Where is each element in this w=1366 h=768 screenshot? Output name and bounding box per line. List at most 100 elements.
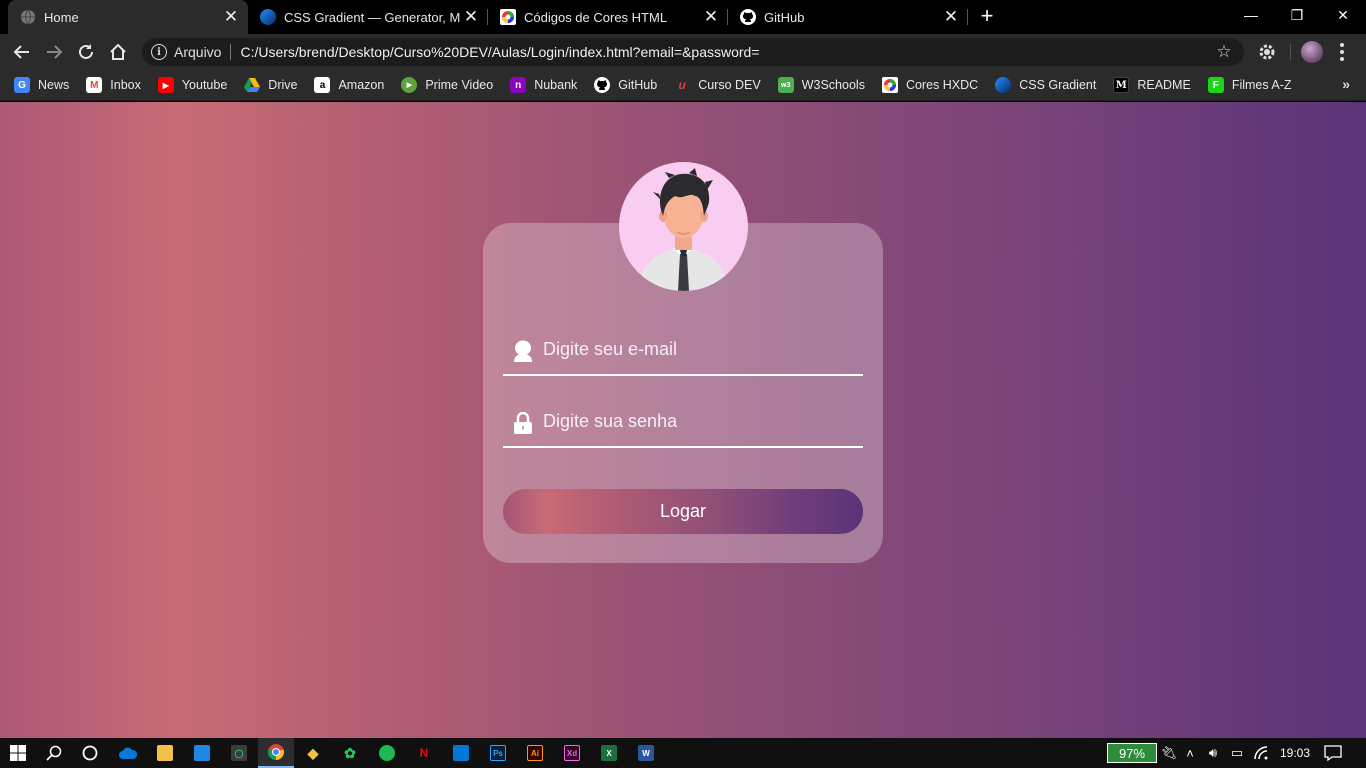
tab-github[interactable]: GitHub ✕: [728, 0, 968, 34]
tab-color-codes[interactable]: Códigos de Cores HTML ✕: [488, 0, 728, 34]
spotify-app[interactable]: [369, 738, 405, 768]
info-icon[interactable]: i: [151, 44, 167, 60]
reload-button[interactable]: [73, 39, 99, 65]
netflix-icon: N: [416, 745, 432, 761]
evernote-app[interactable]: ✿: [332, 738, 368, 768]
bookmark-curso-dev[interactable]: u Curso DEV: [674, 73, 761, 97]
bookmark-label: Drive: [268, 78, 298, 92]
windows-taskbar: ◯ ◆ ✿ N Ps Ai Xd X W 97% 🔌︎ ˄ 🔊︎ ▭ 19:03: [0, 738, 1366, 768]
bookmark-star-icon[interactable]: ☆: [1214, 42, 1234, 62]
home-icon: [110, 43, 126, 60]
netflix-app[interactable]: N: [406, 738, 442, 768]
drive-icon: [244, 77, 261, 93]
bookmark-news[interactable]: G News: [14, 73, 69, 97]
wifi-icon[interactable]: [1253, 744, 1271, 762]
battery-indicator[interactable]: 97%: [1107, 743, 1157, 763]
bookmark-label: Nubank: [534, 78, 578, 92]
notification-icon[interactable]: [1324, 745, 1342, 762]
bookmark-label: Curso DEV: [698, 78, 761, 92]
tab-css-gradient[interactable]: CSS Gradient — Generator, Maker ✕: [248, 0, 488, 34]
email-input[interactable]: [543, 326, 859, 372]
nubank-icon: n: [510, 77, 527, 93]
bookmark-filmes[interactable]: F Filmes A-Z: [1207, 73, 1292, 97]
bookmark-inbox[interactable]: M Inbox: [86, 73, 141, 97]
illustrator-app[interactable]: Ai: [517, 738, 553, 768]
close-tab-icon[interactable]: ✕: [220, 6, 242, 28]
tab-title: Códigos de Cores HTML: [524, 9, 668, 25]
git-app[interactable]: ◆: [295, 738, 331, 768]
new-tab-button[interactable]: +: [976, 3, 998, 28]
url-text[interactable]: C:/Users/brend/Desktop/Curso%20DEV/Aulas…: [240, 44, 759, 60]
browser-menu-button[interactable]: [1335, 40, 1349, 64]
bookmark-w3schools[interactable]: w3 W3Schools: [777, 73, 865, 97]
volume-icon[interactable]: 🔊︎: [1204, 744, 1222, 762]
back-button[interactable]: [9, 39, 35, 65]
curso-dev-icon: u: [678, 78, 686, 92]
photoshop-icon: Ps: [490, 745, 506, 761]
battery-icon[interactable]: ▭: [1228, 744, 1246, 762]
scheme-label: Arquivo: [174, 44, 222, 60]
git-icon: ◆: [307, 744, 319, 761]
close-tab-icon[interactable]: ✕: [700, 6, 722, 28]
chrome-app[interactable]: [258, 738, 294, 768]
tab-title: CSS Gradient — Generator, Maker: [284, 9, 460, 25]
illustrator-icon: Ai: [527, 745, 543, 761]
gmail-icon: M: [86, 77, 103, 93]
bookmark-css-gradient[interactable]: CSS Gradient: [995, 73, 1096, 97]
forward-button[interactable]: [41, 39, 67, 65]
profile-avatar[interactable]: [1301, 41, 1323, 63]
google-news-icon: G: [14, 77, 30, 93]
evernote-icon: ✿: [344, 744, 356, 761]
whatsapp-app[interactable]: ◯: [221, 738, 257, 768]
start-button[interactable]: [0, 738, 36, 768]
close-window-button[interactable]: ✕: [1320, 0, 1366, 30]
excel-app[interactable]: X: [591, 738, 627, 768]
file-explorer-app[interactable]: [147, 738, 183, 768]
bookmark-label: CSS Gradient: [1019, 78, 1097, 92]
mail-icon: [194, 745, 210, 761]
word-app[interactable]: W: [628, 738, 664, 768]
tab-home[interactable]: Home ✕: [8, 0, 248, 34]
css-gradient-icon: [260, 9, 276, 25]
tab-separator: [967, 9, 968, 25]
adobe-xd-icon: Xd: [564, 745, 580, 761]
vscode-app[interactable]: [443, 738, 479, 768]
search-button[interactable]: [36, 738, 72, 768]
restore-button[interactable]: ❐: [1274, 0, 1320, 30]
power-plug-icon[interactable]: 🔌︎: [1160, 744, 1178, 762]
bookmark-prime-video[interactable]: ▶ Prime Video: [401, 73, 493, 97]
github-icon: [594, 77, 611, 93]
bookmark-github[interactable]: GitHub: [594, 73, 657, 97]
address-bar[interactable]: i Arquivo C:/Users/brend/Desktop/Curso%2…: [142, 38, 1244, 66]
login-button[interactable]: Logar: [503, 489, 863, 534]
tab-strip: Home ✕ CSS Gradient — Generator, Maker ✕…: [0, 0, 1366, 34]
bookmark-label: README: [1137, 78, 1191, 92]
password-input[interactable]: [543, 398, 859, 444]
onedrive-app[interactable]: [110, 738, 146, 768]
bookmark-readme[interactable]: M README: [1113, 73, 1191, 97]
bookmark-nubank[interactable]: n Nubank: [510, 73, 577, 97]
photoshop-app[interactable]: Ps: [480, 738, 516, 768]
bookmark-youtube[interactable]: ▶ Youtube: [157, 73, 227, 97]
chevron-up-icon[interactable]: ˄: [1181, 744, 1199, 762]
close-tab-icon[interactable]: ✕: [460, 6, 482, 28]
bookmark-label: News: [38, 78, 70, 92]
search-icon: [46, 745, 62, 761]
mail-app[interactable]: [184, 738, 220, 768]
clock[interactable]: 19:03: [1280, 746, 1310, 760]
bookmark-label: Prime Video: [425, 78, 494, 92]
bookmark-cores-hxdc[interactable]: Cores HXDC: [881, 73, 978, 97]
whatsapp-icon: ◯: [231, 745, 247, 761]
xd-app[interactable]: Xd: [554, 738, 590, 768]
home-button[interactable]: [105, 39, 131, 65]
task-view-button[interactable]: [72, 738, 108, 768]
minimize-button[interactable]: —: [1228, 0, 1274, 30]
bookmark-drive[interactable]: Drive: [244, 73, 297, 97]
spotify-icon: [379, 745, 395, 761]
extension-gear-icon[interactable]: [1257, 42, 1277, 62]
bookmark-amazon[interactable]: a Amazon: [314, 73, 384, 97]
youtube-icon: ▶: [157, 77, 174, 93]
excel-icon: X: [601, 745, 617, 761]
close-tab-icon[interactable]: ✕: [940, 6, 962, 28]
bookmarks-overflow-icon[interactable]: »: [1342, 76, 1350, 92]
